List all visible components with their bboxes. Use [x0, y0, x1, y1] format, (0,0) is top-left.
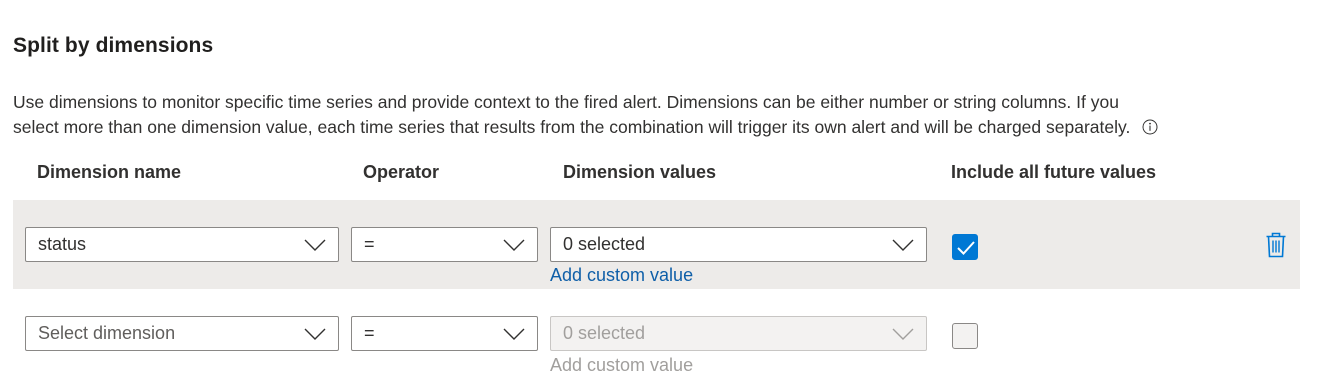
dimension-name-value: status [38, 234, 87, 254]
description-line-2: select more than one dimension value, ea… [13, 115, 1313, 140]
chevron-down-icon [503, 328, 525, 340]
column-header-dimension-values: Dimension values [563, 162, 717, 182]
add-custom-value-link-row-1[interactable]: Add custom value [550, 265, 693, 286]
chevron-down-icon [304, 328, 326, 340]
operator-value: = [364, 323, 375, 343]
description-line-2-text: select more than one dimension value, ea… [13, 117, 1131, 137]
section-description: Use dimensions to monitor specific time … [13, 90, 1313, 140]
section-title: Split by dimensions [13, 34, 214, 57]
column-header-include-future-values: Include all future values [951, 162, 1157, 182]
dimension-name-placeholder: Select dimension [38, 323, 176, 343]
include-future-values-checkbox-row-1[interactable] [952, 234, 978, 260]
column-header-dimension-name: Dimension name [37, 162, 182, 182]
include-future-values-checkbox-row-2[interactable] [952, 323, 978, 349]
add-custom-value-link-row-2: Add custom value [550, 355, 694, 375]
dimension-name-dropdown-row-1[interactable]: status [25, 227, 339, 262]
trash-icon[interactable] [1265, 232, 1287, 258]
chevron-down-icon [304, 239, 326, 251]
operator-value: = [364, 234, 375, 254]
operator-dropdown-row-2[interactable]: = [351, 316, 538, 351]
description-line-1: Use dimensions to monitor specific time … [13, 92, 1119, 112]
dimension-values-dropdown-row-2: 0 selected [550, 316, 927, 351]
dimension-values-value: 0 selected [563, 323, 646, 343]
checkmark-icon [957, 241, 975, 255]
dimension-values-value: 0 selected [563, 234, 646, 254]
dimension-name-dropdown-row-2[interactable]: Select dimension [25, 316, 339, 351]
chevron-down-icon [892, 328, 914, 340]
column-header-operator: Operator [363, 162, 440, 182]
dimension-values-dropdown-row-1[interactable]: 0 selected [550, 227, 927, 262]
chevron-down-icon [892, 239, 914, 251]
info-icon[interactable] [1142, 117, 1158, 135]
chevron-down-icon [503, 239, 525, 251]
operator-dropdown-row-1[interactable]: = [351, 227, 538, 262]
